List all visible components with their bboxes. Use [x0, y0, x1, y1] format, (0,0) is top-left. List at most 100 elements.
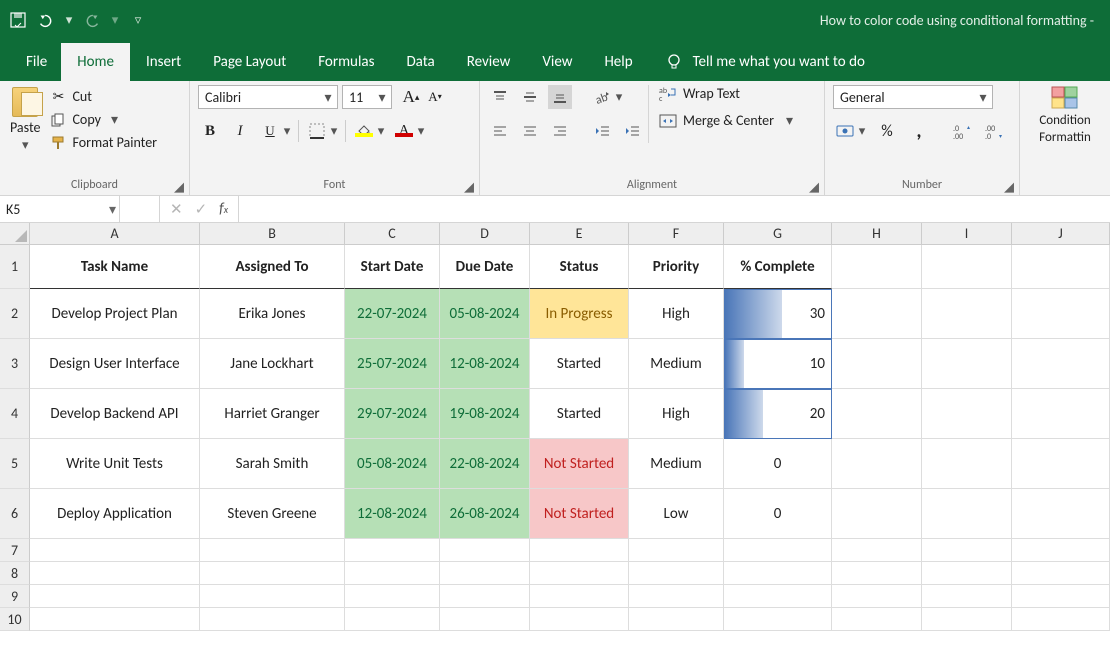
row-header-4[interactable]: 4: [0, 389, 30, 439]
fx-icon[interactable]: fx: [219, 200, 228, 218]
row-header-6[interactable]: 6: [0, 489, 30, 539]
cell-task[interactable]: Develop Backend API: [30, 389, 200, 439]
cell-assignee[interactable]: Steven Greene: [200, 489, 345, 539]
cell[interactable]: [30, 585, 200, 608]
cell-start-date[interactable]: 25-07-2024: [345, 339, 440, 389]
cell-assignee[interactable]: Jane Lockhart: [200, 339, 345, 389]
tab-file[interactable]: File: [12, 43, 61, 81]
cell[interactable]: [832, 289, 922, 339]
align-top-button[interactable]: [488, 85, 512, 109]
cell[interactable]: [922, 489, 1012, 539]
cell[interactable]: [345, 562, 440, 585]
column-header-D[interactable]: D: [440, 223, 530, 245]
select-all-corner[interactable]: [0, 223, 30, 245]
font-dialog-launcher[interactable]: ◢: [463, 181, 475, 193]
cell[interactable]: [530, 585, 629, 608]
header-cell[interactable]: % Complete: [724, 245, 832, 289]
cell-task[interactable]: Deploy Application: [30, 489, 200, 539]
cell-task[interactable]: Write Unit Tests: [30, 439, 200, 489]
cell[interactable]: [1012, 245, 1110, 289]
cell[interactable]: [1012, 339, 1110, 389]
cell-start-date[interactable]: 05-08-2024: [345, 439, 440, 489]
cell[interactable]: [1012, 439, 1110, 489]
paste-dropdown[interactable]: ▾: [22, 138, 29, 153]
cell-pct-complete[interactable]: 20: [724, 389, 832, 439]
cell[interactable]: [922, 608, 1012, 631]
redo-button[interactable]: [82, 10, 102, 30]
cell[interactable]: [1012, 489, 1110, 539]
header-cell[interactable]: Start Date: [345, 245, 440, 289]
enter-formula-button[interactable]: ✓: [195, 200, 208, 219]
fill-color-button[interactable]: ▾: [352, 119, 386, 143]
tab-help[interactable]: Help: [588, 43, 648, 81]
clipboard-dialog-launcher[interactable]: ◢: [173, 181, 185, 193]
cell-assignee[interactable]: Erika Jones: [200, 289, 345, 339]
column-header-J[interactable]: J: [1012, 223, 1110, 245]
cell[interactable]: [530, 562, 629, 585]
cell-status[interactable]: Started: [530, 339, 629, 389]
cell[interactable]: [922, 339, 1012, 389]
cell[interactable]: [724, 608, 832, 631]
cell[interactable]: [832, 608, 922, 631]
paste-button[interactable]: Paste ▾: [8, 85, 46, 153]
cell-priority[interactable]: Medium: [629, 439, 724, 489]
font-color-button[interactable]: A▾: [392, 119, 426, 143]
cell[interactable]: [345, 539, 440, 562]
align-center-button[interactable]: [518, 119, 542, 143]
cell[interactable]: [922, 289, 1012, 339]
tab-insert[interactable]: Insert: [130, 43, 197, 81]
cell[interactable]: [530, 539, 629, 562]
borders-button[interactable]: ▾: [305, 119, 339, 143]
cell[interactable]: [922, 439, 1012, 489]
name-box[interactable]: K5 ▾: [0, 196, 120, 222]
tab-page-layout[interactable]: Page Layout: [197, 43, 302, 81]
qat-customize[interactable]: ▿: [128, 10, 148, 30]
cell-priority[interactable]: Low: [629, 489, 724, 539]
italic-button[interactable]: I: [228, 119, 252, 143]
cell[interactable]: [832, 339, 922, 389]
cell[interactable]: [629, 608, 724, 631]
cell[interactable]: [629, 562, 724, 585]
cell[interactable]: [832, 489, 922, 539]
increase-font-size-button[interactable]: A▴: [400, 85, 422, 109]
underline-button[interactable]: U▾: [258, 119, 292, 143]
cell[interactable]: [30, 608, 200, 631]
align-left-button[interactable]: [488, 119, 512, 143]
cell-pct-complete[interactable]: 30: [724, 289, 832, 339]
decrease-decimal-button[interactable]: .00.0: [983, 119, 1007, 143]
cell-status[interactable]: Started: [530, 389, 629, 439]
cell[interactable]: [922, 585, 1012, 608]
cell[interactable]: [724, 562, 832, 585]
cell[interactable]: [724, 539, 832, 562]
cell[interactable]: [922, 539, 1012, 562]
font-size-combo[interactable]: 11▾: [342, 85, 392, 109]
cell[interactable]: [440, 585, 530, 608]
number-format-combo[interactable]: General▾: [833, 85, 993, 109]
cell[interactable]: [200, 562, 345, 585]
font-name-combo[interactable]: Calibri▾: [198, 85, 338, 109]
cell[interactable]: [200, 608, 345, 631]
increase-decimal-button[interactable]: .0.00: [951, 119, 975, 143]
align-right-button[interactable]: [548, 119, 572, 143]
cell-due-date[interactable]: 12-08-2024: [440, 339, 530, 389]
cell-start-date[interactable]: 12-08-2024: [345, 489, 440, 539]
cell[interactable]: [629, 585, 724, 608]
undo-button[interactable]: [36, 10, 56, 30]
cell-assignee[interactable]: Harriet Granger: [200, 389, 345, 439]
cell[interactable]: [440, 608, 530, 631]
cell-start-date[interactable]: 22-07-2024: [345, 289, 440, 339]
column-header-A[interactable]: A: [30, 223, 200, 245]
cell-due-date[interactable]: 19-08-2024: [440, 389, 530, 439]
column-header-C[interactable]: C: [345, 223, 440, 245]
cell[interactable]: [345, 608, 440, 631]
format-painter-button[interactable]: Format Painter: [46, 133, 161, 152]
row-header-3[interactable]: 3: [0, 339, 30, 389]
cell[interactable]: [832, 585, 922, 608]
tab-review[interactable]: Review: [451, 43, 527, 81]
cancel-formula-button[interactable]: ✕: [170, 200, 183, 219]
cell[interactable]: [832, 245, 922, 289]
decrease-font-size-button[interactable]: A▾: [424, 85, 446, 109]
tab-home[interactable]: Home: [61, 43, 130, 81]
column-header-G[interactable]: G: [724, 223, 832, 245]
cell[interactable]: [1012, 289, 1110, 339]
